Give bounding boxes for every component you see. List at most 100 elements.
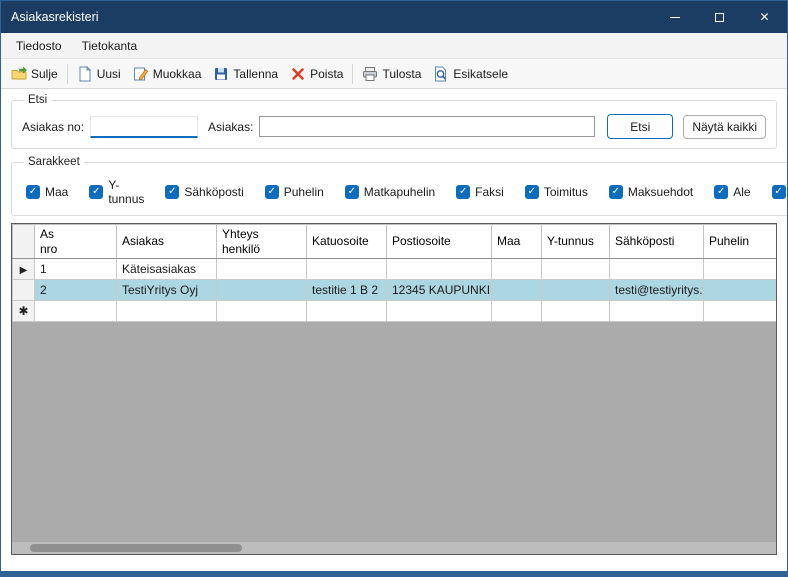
delete-icon: [290, 66, 306, 82]
row-selector[interactable]: ✱: [13, 301, 35, 322]
grid-cell[interactable]: [307, 259, 387, 280]
customer-no-label: Asiakas no:: [22, 120, 84, 134]
grid-cell[interactable]: 12345 KAUPUNKI: [387, 280, 492, 301]
table-row[interactable]: 2 TestiYritys Oyj testitie 1 B 2 12345 K…: [13, 280, 778, 301]
minimize-icon: [670, 17, 680, 18]
checkbox-ale[interactable]: Ale: [714, 185, 750, 199]
customer-grid: As nro Asiakas Yhteys henkilö Katuosoite…: [11, 223, 777, 555]
grid-cell[interactable]: [704, 259, 778, 280]
search-button[interactable]: Etsi: [607, 114, 673, 139]
scrollbar-thumb[interactable]: [30, 544, 242, 552]
customer-table: As nro Asiakas Yhteys henkilö Katuosoite…: [12, 224, 777, 322]
grid-cell[interactable]: [492, 301, 542, 322]
column-header-sahkoposti[interactable]: Sähköposti: [610, 225, 704, 259]
grid-cell[interactable]: [704, 301, 778, 322]
menu-item-tietokanta[interactable]: Tietokanta: [73, 36, 147, 56]
checkbox-matkapuhelin[interactable]: Matkapuhelin: [345, 185, 435, 199]
grid-cell[interactable]: [117, 301, 217, 322]
grid-cell[interactable]: [542, 301, 610, 322]
table-row[interactable]: ▶ 1 Käteisasiakas: [13, 259, 778, 280]
column-header-asiakas[interactable]: Asiakas: [117, 225, 217, 259]
grid-cell[interactable]: [704, 280, 778, 301]
grid-cell[interactable]: 1: [35, 259, 117, 280]
row-selector[interactable]: ▶: [13, 259, 35, 280]
minimize-button[interactable]: [652, 1, 697, 33]
column-header-puhelin[interactable]: Puhelin: [704, 225, 778, 259]
column-header-as-nro[interactable]: As nro: [35, 225, 117, 259]
grid-cell[interactable]: [307, 301, 387, 322]
column-header-postiosoite[interactable]: Postiosoite: [387, 225, 492, 259]
grid-cell[interactable]: Käteisasiakas: [117, 259, 217, 280]
table-row-new[interactable]: ✱: [13, 301, 778, 322]
close-button[interactable]: [742, 1, 787, 33]
grid-selector-header: [13, 225, 35, 259]
checkbox-checked-icon: [26, 185, 40, 199]
horizontal-scrollbar[interactable]: [12, 541, 776, 554]
toolbar-button-label: Tulosta: [382, 67, 421, 81]
search-groupbox: Etsi Asiakas no: Asiakas: Etsi Näytä kai…: [11, 94, 777, 149]
grid-cell[interactable]: [217, 301, 307, 322]
toolbar-separator: [352, 64, 353, 84]
delete-button[interactable]: Poista: [284, 63, 349, 85]
new-row-asterisk-icon: ✱: [18, 304, 28, 318]
grid-cell[interactable]: [610, 259, 704, 280]
window-title: Asiakasrekisteri: [11, 10, 99, 24]
grid-cell[interactable]: [542, 259, 610, 280]
grid-cell[interactable]: [492, 280, 542, 301]
customer-no-input[interactable]: [90, 116, 198, 138]
column-header-katuosoite[interactable]: Katuosoite: [307, 225, 387, 259]
checkbox-sahkoposti[interactable]: Sähköposti: [165, 185, 243, 199]
toolbar-button-label: Esikatsele: [453, 67, 508, 81]
new-button[interactable]: Uusi: [71, 63, 127, 85]
toolbar: Sulje Uusi Muokkaa Tallenna Poista Tulos…: [1, 58, 787, 89]
grid-cell[interactable]: [610, 301, 704, 322]
grid-cell[interactable]: [35, 301, 117, 322]
checkbox-label: Sähköposti: [184, 185, 243, 199]
grid-cell[interactable]: [492, 259, 542, 280]
checkbox-checked-icon: [165, 185, 179, 199]
print-button[interactable]: Tulosta: [356, 63, 427, 85]
grid-cell[interactable]: testi@testiyritys.fi: [610, 280, 704, 301]
column-header-maa[interactable]: Maa: [492, 225, 542, 259]
checkbox-toimitus[interactable]: Toimitus: [525, 185, 588, 199]
toolbar-button-label: Tallenna: [233, 67, 278, 81]
grid-cell[interactable]: [217, 259, 307, 280]
checkbox-checked-icon: [456, 185, 470, 199]
close-register-button[interactable]: Sulje: [5, 63, 64, 85]
checkbox-checked-icon: [609, 185, 623, 199]
maximize-button[interactable]: [697, 1, 742, 33]
grid-cell[interactable]: [387, 301, 492, 322]
customer-input[interactable]: [259, 116, 595, 137]
checkbox-muistio[interactable]: Muistio: [772, 185, 788, 199]
save-button[interactable]: Tallenna: [207, 63, 284, 85]
column-header-yhteyshenkilo[interactable]: Yhteys henkilö: [217, 225, 307, 259]
print-icon: [362, 66, 378, 82]
column-header-y-tunnus[interactable]: Y-tunnus: [542, 225, 610, 259]
grid-cell[interactable]: TestiYritys Oyj: [117, 280, 217, 301]
grid-cell[interactable]: [542, 280, 610, 301]
checkbox-label: Puhelin: [284, 185, 324, 199]
grid-cell[interactable]: testitie 1 B 2: [307, 280, 387, 301]
show-all-button[interactable]: Näytä kaikki: [683, 115, 766, 139]
checkbox-checked-icon: [714, 185, 728, 199]
checkbox-checked-icon: [265, 185, 279, 199]
checkbox-puhelin[interactable]: Puhelin: [265, 185, 324, 199]
save-icon: [213, 66, 229, 82]
columns-group-label: Sarakkeet: [24, 156, 84, 168]
checkbox-y-tunnus[interactable]: Y-tunnus: [89, 178, 144, 206]
customer-label: Asiakas:: [208, 120, 253, 134]
exit-icon: [11, 66, 27, 82]
toolbar-button-label: Uusi: [97, 67, 121, 81]
checkbox-maa[interactable]: Maa: [26, 185, 68, 199]
preview-button[interactable]: Esikatsele: [427, 63, 514, 85]
checkbox-faksi[interactable]: Faksi: [456, 185, 504, 199]
row-selector[interactable]: [13, 280, 35, 301]
checkbox-maksuehdot[interactable]: Maksuehdot: [609, 185, 693, 199]
grid-cell[interactable]: 2: [35, 280, 117, 301]
menu-item-tiedosto[interactable]: Tiedosto: [7, 36, 71, 56]
close-icon: [759, 10, 769, 24]
edit-button[interactable]: Muokkaa: [127, 63, 208, 85]
checkbox-checked-icon: [345, 185, 359, 199]
grid-cell[interactable]: [217, 280, 307, 301]
grid-cell[interactable]: [387, 259, 492, 280]
